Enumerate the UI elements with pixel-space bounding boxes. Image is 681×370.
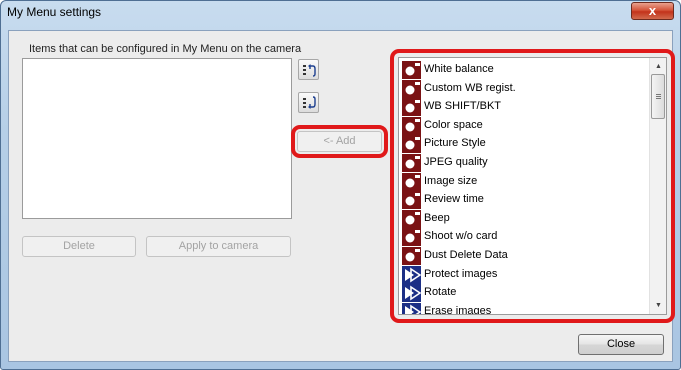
- list-item-label: Custom WB regist.: [424, 81, 516, 94]
- delete-button[interactable]: Delete: [22, 236, 136, 257]
- shooting-menu-icon: [402, 172, 421, 191]
- list-item[interactable]: Picture Style: [402, 135, 650, 154]
- move-down-icon: [303, 96, 316, 109]
- list-item[interactable]: Image size: [402, 172, 650, 191]
- list-item-label: White balance: [424, 63, 494, 75]
- list-item[interactable]: JPEG quality: [402, 154, 650, 172]
- scroll-thumb[interactable]: [651, 74, 665, 119]
- playback-menu-icon: [402, 302, 422, 314]
- list-item[interactable]: White balance: [402, 61, 650, 79]
- list-item-label: JPEG quality: [424, 156, 488, 168]
- apply-to-camera-button[interactable]: Apply to camera: [146, 236, 291, 257]
- list-item[interactable]: Rotate: [402, 284, 650, 303]
- my-menu-settings-window: My Menu settings x Items that can be con…: [0, 0, 681, 370]
- move-down-button[interactable]: [298, 92, 319, 113]
- list-scrollbar[interactable]: ▲ ▼: [649, 58, 666, 314]
- scroll-up-icon[interactable]: ▲: [654, 62, 663, 71]
- close-button[interactable]: Close: [578, 334, 664, 355]
- list-item-label: WB SHIFT/BKT: [424, 100, 501, 113]
- list-item[interactable]: Beep: [402, 209, 650, 228]
- list-item[interactable]: Review time: [402, 191, 650, 210]
- list-item[interactable]: Shoot w/o card: [402, 228, 650, 247]
- shooting-menu-icon: [402, 98, 421, 117]
- list-item-label: Review time: [424, 193, 484, 206]
- move-up-icon: [303, 64, 316, 77]
- shooting-menu-icon: [402, 154, 421, 172]
- list-item-label: Protect images: [424, 267, 498, 280]
- scroll-down-icon[interactable]: ▼: [654, 301, 663, 310]
- list-item[interactable]: Custom WB regist.: [402, 79, 650, 98]
- shooting-menu-icon: [402, 116, 421, 135]
- move-up-button[interactable]: [298, 59, 319, 80]
- shooting-menu-icon: [402, 209, 421, 228]
- list-item[interactable]: Dust Delete Data: [402, 247, 650, 265]
- list-item-label: Beep: [424, 211, 450, 224]
- shooting-menu-icon: [402, 247, 421, 265]
- configurable-items-label: Items that can be configured in My Menu …: [29, 43, 302, 55]
- playback-menu-icon: [402, 284, 422, 303]
- shooting-menu-icon: [402, 61, 421, 79]
- my-menu-list[interactable]: [22, 58, 292, 219]
- list-item[interactable]: Erase images: [402, 302, 650, 315]
- window-close-button[interactable]: x: [631, 2, 674, 20]
- shooting-menu-icon: [402, 191, 421, 210]
- playback-menu-icon: [402, 265, 422, 284]
- list-item[interactable]: WB SHIFT/BKT: [402, 98, 650, 117]
- list-item-label: Dust Delete Data: [424, 249, 508, 261]
- list-item[interactable]: Color space: [402, 116, 650, 135]
- shooting-menu-icon: [402, 79, 421, 98]
- list-item-label: Erase images: [424, 304, 492, 315]
- available-items-list[interactable]: White balance Custom WB regist. WB SHIFT/B…: [398, 57, 667, 315]
- title-bar[interactable]: My Menu settings x: [1, 1, 680, 23]
- list-item[interactable]: Protect images: [402, 265, 650, 284]
- list-item-label: Picture Style: [424, 137, 486, 150]
- add-button[interactable]: <- Add: [297, 131, 382, 152]
- shooting-menu-icon: [402, 228, 421, 247]
- list-item-label: Rotate: [424, 286, 457, 299]
- list-item-label: Shoot w/o card: [424, 230, 498, 243]
- shooting-menu-icon: [402, 135, 421, 154]
- window-title: My Menu settings: [7, 5, 102, 19]
- list-item-label: Image size: [424, 174, 478, 187]
- list-item-label: Color space: [424, 118, 483, 131]
